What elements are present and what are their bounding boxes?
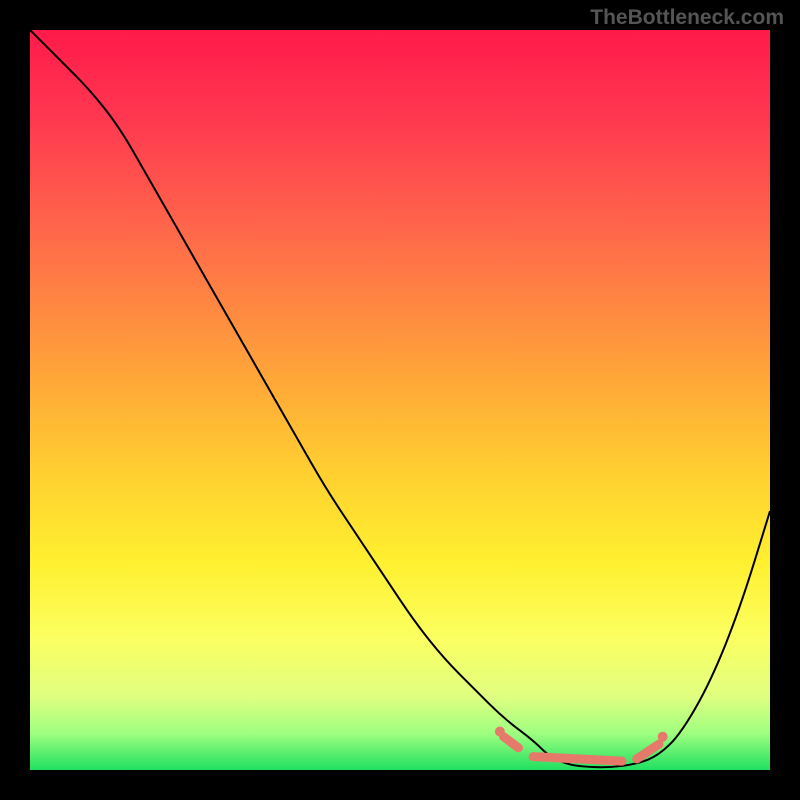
chart-curve-layer	[30, 30, 770, 770]
optimal-range-dot	[495, 727, 505, 737]
bottleneck-curve	[30, 30, 770, 767]
chart-plot-area	[30, 30, 770, 770]
optimal-range-dot	[658, 732, 668, 742]
watermark-text: TheBottleneck.com	[590, 6, 784, 30]
optimal-range-marker	[533, 757, 622, 761]
optimal-range-marker	[504, 737, 519, 748]
